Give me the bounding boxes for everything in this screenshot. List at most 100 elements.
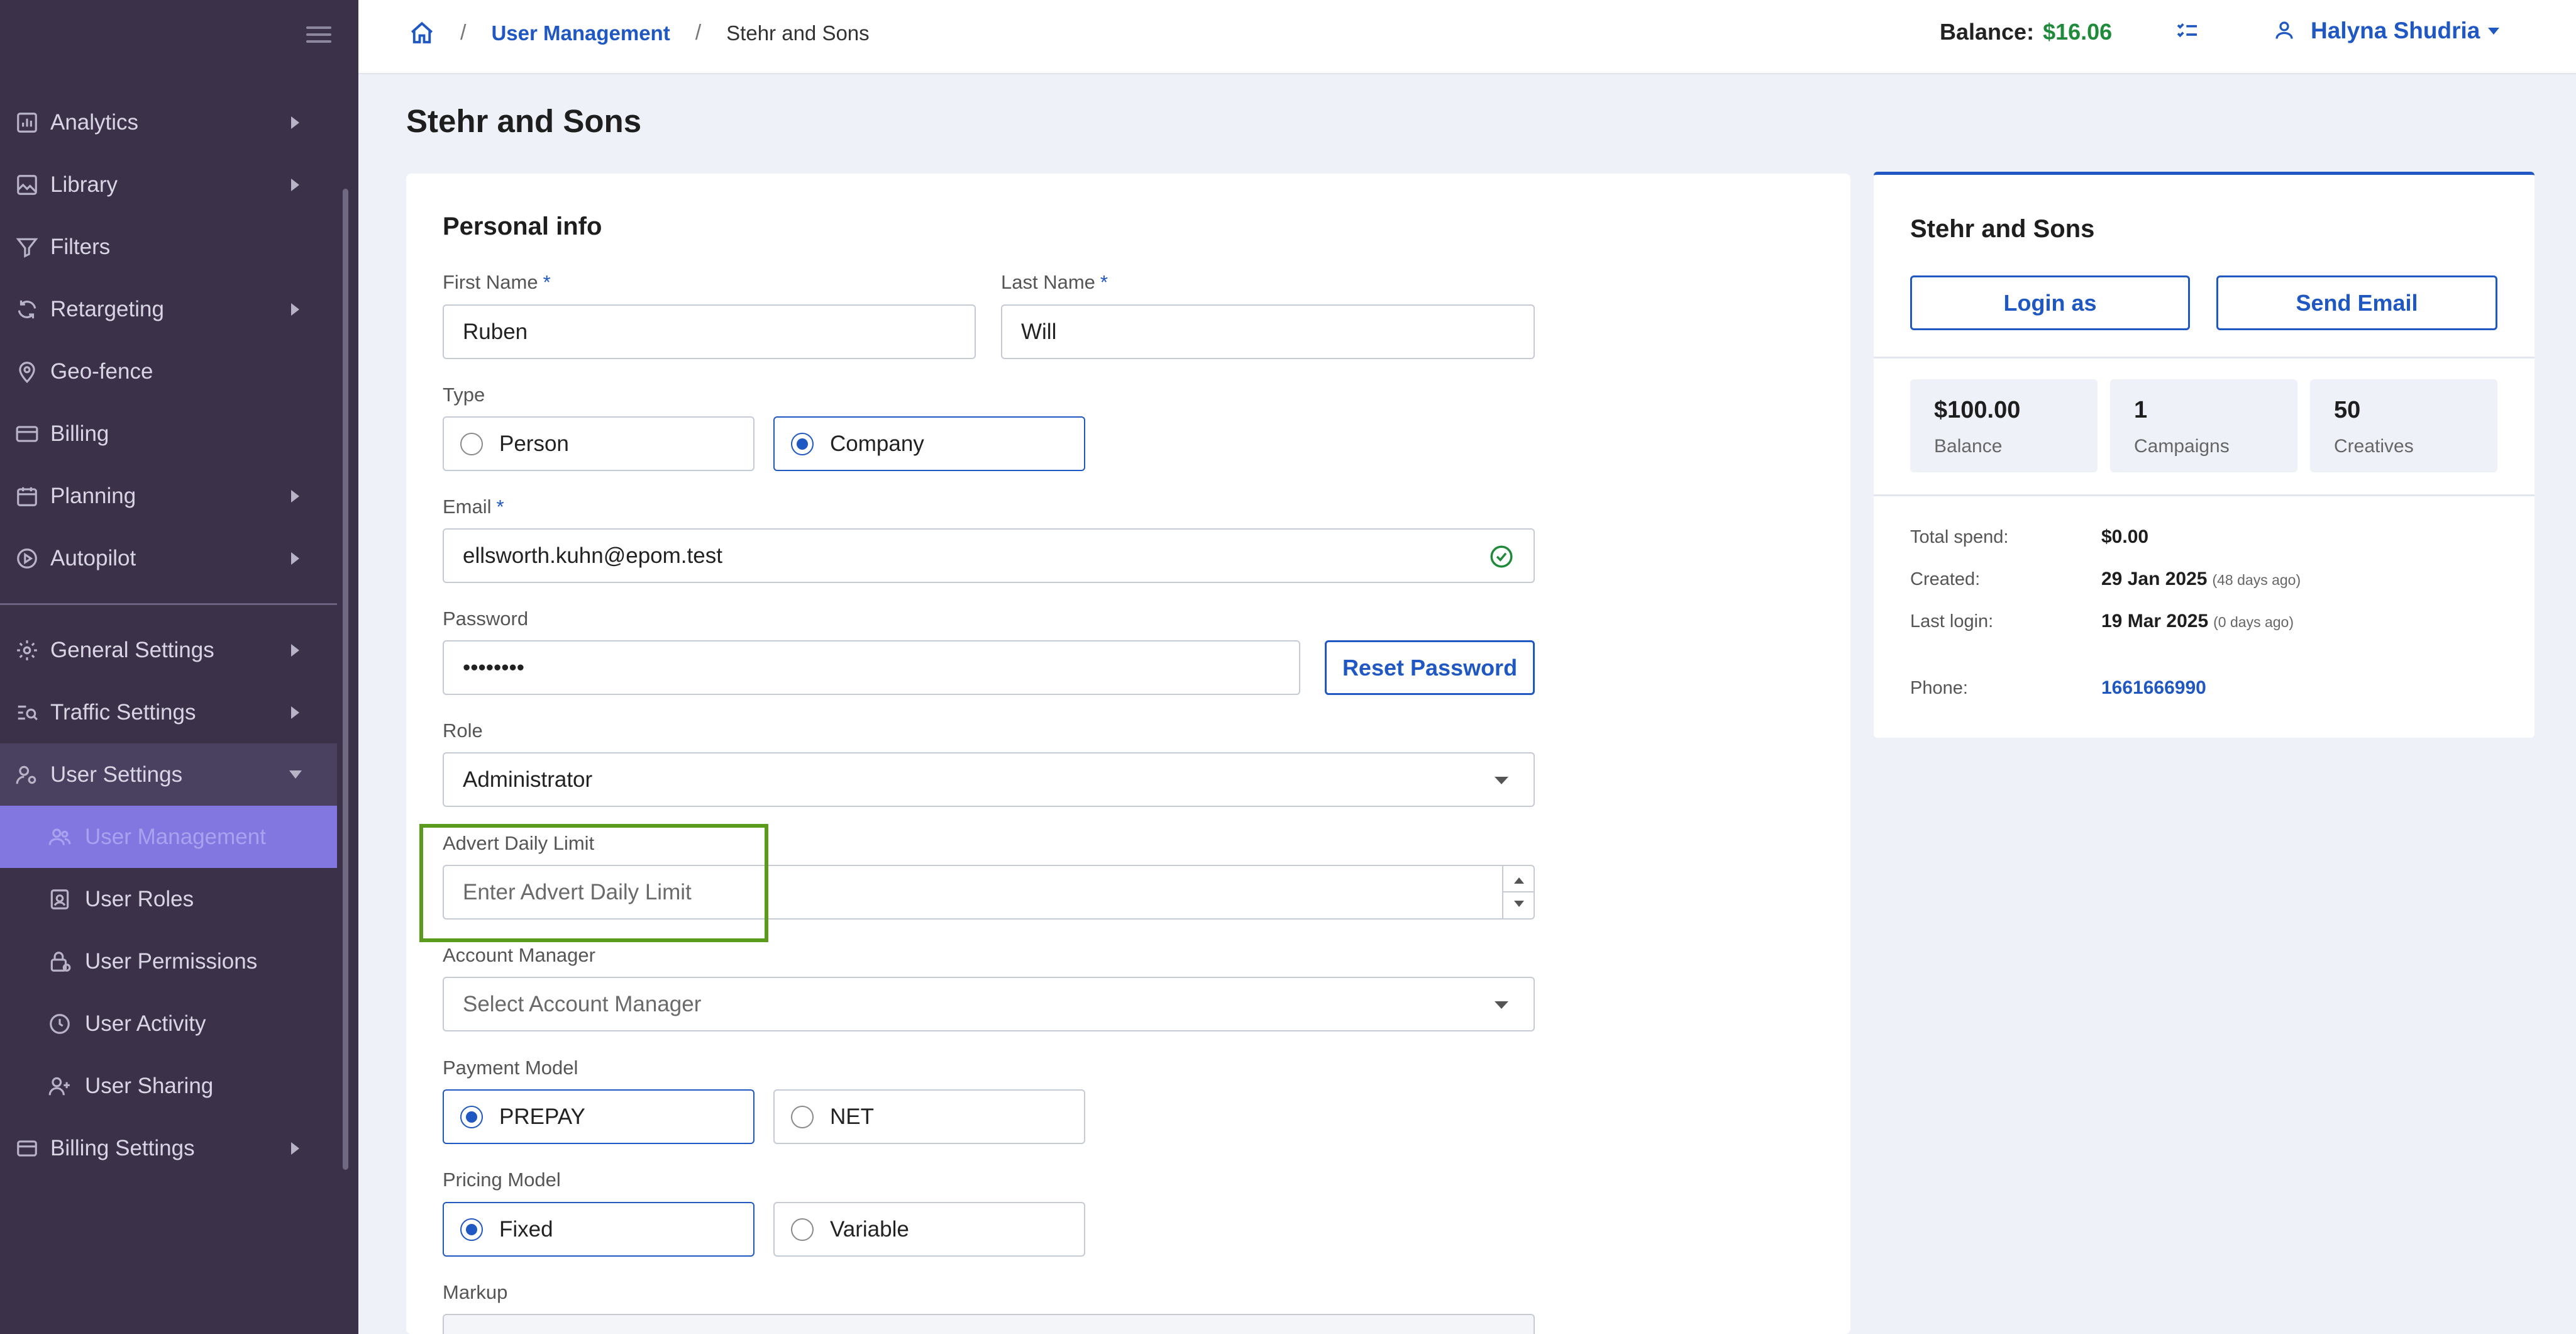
phone-label: Phone: [1910, 678, 1968, 698]
type-label: Type [443, 384, 485, 406]
refresh-icon [18, 300, 36, 318]
sidebar-item-geo-fence[interactable]: Geo-fence [0, 340, 337, 403]
sidebar-item-label: User Settings [50, 762, 183, 787]
first-name-label-text: First Name [443, 271, 538, 293]
sidebar-item-general-settings[interactable]: General Settings [0, 619, 337, 681]
sidebar-item-traffic-settings[interactable]: Traffic Settings [0, 681, 337, 743]
payment-option-net[interactable]: NET [773, 1089, 1085, 1144]
sidebar-item-user-roles[interactable]: User Roles [0, 868, 337, 930]
stepper-down-icon[interactable] [1514, 901, 1524, 907]
sidebar-item-library[interactable]: Library [0, 153, 337, 216]
last-login-label: Last login: [1910, 611, 1994, 631]
last-login-ago: (0 days ago) [2213, 614, 2294, 630]
clock-icon [50, 1013, 70, 1034]
login-as-button[interactable]: Login as [1910, 275, 2190, 330]
last-login-value: 19 Mar 2025 (0 days ago) [2101, 611, 2294, 632]
stat-label: Creatives [2334, 436, 2414, 457]
sidebar: Analytics Library Filters Retargeting Ge… [0, 0, 358, 1334]
required-mark: * [1100, 271, 1108, 293]
type-option-person[interactable]: Person [443, 416, 755, 471]
chevron-right-icon [291, 643, 299, 657]
password-field[interactable]: •••••••• [443, 640, 1300, 695]
sidebar-item-billing-settings[interactable]: Billing Settings [0, 1117, 337, 1179]
menu-toggle-icon[interactable] [306, 26, 331, 45]
stepper-up-icon[interactable] [1514, 877, 1524, 884]
user-icon[interactable] [2273, 19, 2296, 42]
email-field[interactable]: ellsworth.kuhn@epom.test [443, 528, 1535, 583]
total-spend-value: $0.00 [2101, 526, 2149, 547]
sidebar-item-label: User Sharing [85, 1073, 214, 1098]
user-gear-icon [16, 765, 36, 784]
stat-campaigns: 1 Campaigns [2110, 379, 2297, 472]
type-option-company[interactable]: Company [773, 416, 1085, 471]
reset-password-button[interactable]: Reset Password [1325, 640, 1535, 695]
pricing-option-fixed[interactable]: Fixed [443, 1202, 755, 1257]
sidebar-item-billing[interactable]: Billing [0, 403, 337, 465]
stat-value: 1 [2134, 397, 2148, 423]
sidebar-item-user-sharing[interactable]: User Sharing [0, 1055, 337, 1117]
sidebar-item-label: Analytics [50, 109, 139, 135]
highlight-box [419, 824, 768, 942]
sidebar-item-user-management[interactable]: User Management [0, 806, 337, 868]
sidebar-item-label: Traffic Settings [50, 699, 196, 725]
account-manager-select[interactable]: Select Account Manager [443, 977, 1535, 1031]
sidebar-item-user-settings[interactable]: User Settings [0, 743, 337, 806]
sidebar-item-user-permissions[interactable]: User Permissions [0, 930, 337, 992]
radio-label: NET [830, 1104, 874, 1129]
last-login-date: 19 Mar 2025 [2101, 611, 2209, 631]
radio-label: Variable [830, 1216, 909, 1242]
personal-info-card: Personal info First Name * Ruben Last Nam… [406, 174, 1850, 1334]
phone-link[interactable]: 1661666990 [2101, 677, 2206, 699]
id-badge-icon [50, 889, 69, 909]
created-label: Created: [1910, 569, 1981, 589]
chevron-right-icon [291, 552, 299, 565]
checklist-icon[interactable] [2174, 19, 2201, 44]
email-label: Email * [443, 496, 504, 518]
breadcrumb-current: Stehr and Sons [726, 21, 870, 45]
sidebar-item-autopilot[interactable]: Autopilot [0, 527, 337, 589]
radio-icon [460, 432, 483, 455]
created-date: 29 Jan 2025 [2101, 569, 2208, 589]
credit-card-icon [16, 425, 38, 442]
calendar-icon [17, 487, 37, 506]
role-value: Administrator [463, 767, 593, 792]
sidebar-item-filters[interactable]: Filters [0, 216, 337, 278]
stat-balance: $100.00 Balance [1910, 379, 2098, 472]
radio-icon [791, 1105, 814, 1128]
stat-label: Campaigns [2134, 436, 2230, 457]
markup-field[interactable] [443, 1314, 1535, 1334]
required-mark: * [496, 496, 504, 518]
sidebar-nav: Analytics Library Filters Retargeting Ge… [0, 91, 337, 1179]
first-name-field[interactable]: Ruben [443, 304, 976, 359]
breadcrumb-link-user-management[interactable]: User Management [491, 21, 670, 45]
sidebar-item-analytics[interactable]: Analytics [0, 91, 337, 153]
payment-option-prepay[interactable]: PREPAY [443, 1089, 755, 1144]
users-icon [48, 828, 71, 845]
bar-chart-icon [17, 112, 37, 133]
required-mark: * [543, 271, 551, 293]
account-manager-label: Account Manager [443, 944, 595, 966]
send-email-button[interactable]: Send Email [2216, 275, 2497, 330]
sidebar-item-user-activity[interactable]: User Activity [0, 992, 337, 1055]
caret-down-icon[interactable] [2488, 28, 2499, 35]
pricing-model-label: Pricing Model [443, 1169, 561, 1191]
chevron-right-icon [291, 489, 299, 503]
home-icon[interactable] [409, 20, 435, 47]
sidebar-item-label: General Settings [50, 637, 214, 662]
radio-label: Person [499, 431, 569, 456]
balance-value: $16.06 [2043, 19, 2113, 45]
sidebar-item-planning[interactable]: Planning [0, 465, 337, 527]
last-name-field[interactable]: Will [1001, 304, 1535, 359]
user-menu-name[interactable]: Halyna Shudria [2311, 18, 2480, 44]
number-stepper[interactable] [1502, 866, 1534, 918]
role-select[interactable]: Administrator [443, 752, 1535, 807]
account-manager-placeholder: Select Account Manager [463, 991, 702, 1016]
sidebar-scrollbar[interactable] [343, 189, 348, 1170]
chevron-down-icon [289, 770, 302, 779]
chevron-right-icon [291, 706, 299, 719]
radio-selected-icon [460, 1218, 483, 1241]
payment-model-label: Payment Model [443, 1057, 578, 1079]
sidebar-item-retargeting[interactable]: Retargeting [0, 278, 337, 340]
pricing-option-variable[interactable]: Variable [773, 1202, 1085, 1257]
lock-icon [50, 951, 71, 972]
